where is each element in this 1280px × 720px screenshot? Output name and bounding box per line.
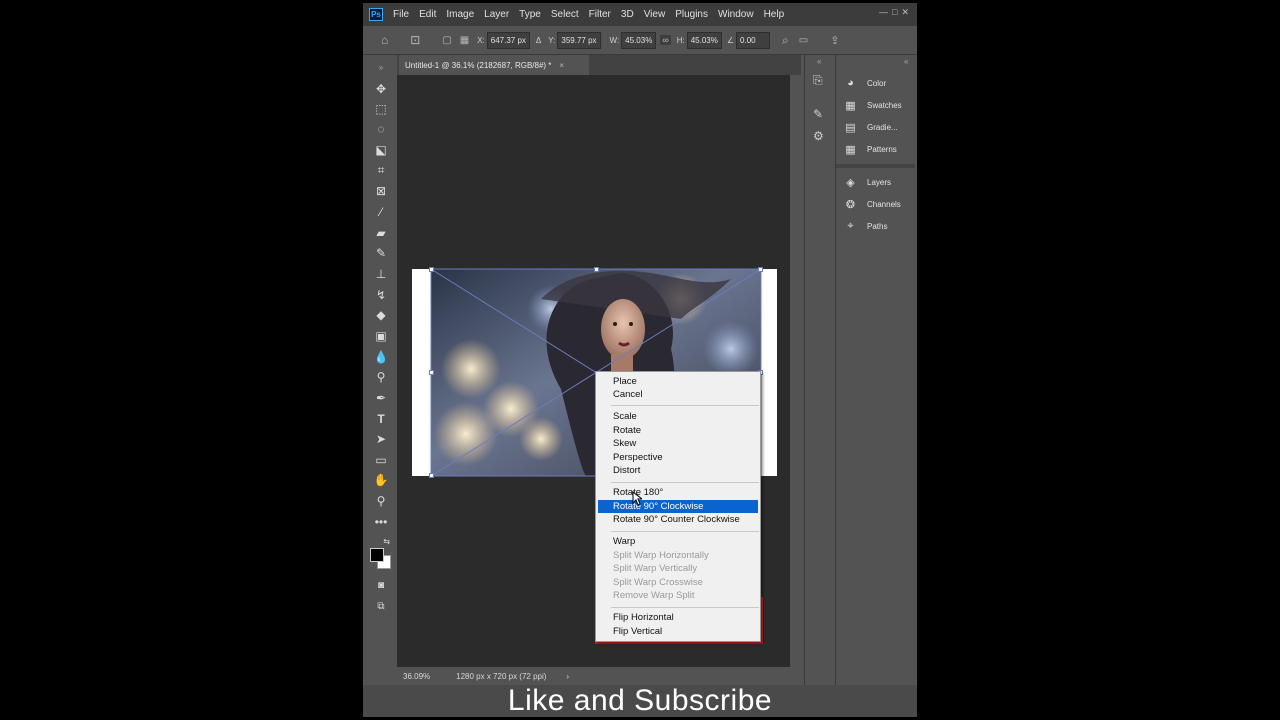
menu-separator	[611, 405, 759, 406]
menu-item-skew[interactable]: Skew	[598, 437, 758, 450]
menu-item-cancel[interactable]: Cancel	[598, 388, 758, 401]
menu-item-split-warp-vertically: Split Warp Vertically	[613, 563, 698, 574]
menu-item-scale[interactable]: Scale	[598, 410, 758, 423]
foreground-color-swatch[interactable]	[370, 548, 384, 562]
transform-handle-middle-left[interactable]	[429, 370, 434, 375]
menu-separator	[611, 482, 759, 483]
menu-item-rotate[interactable]: Rotate	[598, 424, 758, 437]
menu-item-rotate-90-ccw[interactable]: Rotate 90° Counter Clockwise	[598, 513, 758, 526]
menu-item-place[interactable]: Place	[598, 375, 758, 388]
menu-item-split-warp-crosswise: Split Warp Crosswise	[613, 577, 703, 588]
transform-handle-top-left[interactable]	[429, 267, 434, 272]
menu-item-rotate-90-cw[interactable]: Rotate 90° Clockwise	[598, 500, 758, 513]
menu-item-flip-horizontal[interactable]: Flip Horizontal	[598, 611, 758, 624]
transform-handle-bottom-left[interactable]	[429, 473, 434, 478]
menu-item-distort[interactable]: Distort	[598, 464, 758, 477]
transform-context-menu: Place Cancel Scale Rotate Skew Perspecti…	[595, 371, 761, 642]
transform-handle-top-center[interactable]	[594, 267, 599, 272]
menu-item-remove-warp-split: Remove Warp Split	[613, 590, 695, 601]
menu-item-flip-vertical[interactable]: Flip Vertical	[598, 625, 758, 638]
menu-item-perspective[interactable]: Perspective	[598, 451, 758, 464]
mouse-cursor-icon	[632, 491, 642, 506]
menu-item-rotate-180[interactable]: Rotate 180°	[598, 486, 758, 499]
menu-separator	[611, 607, 759, 608]
menu-separator	[611, 531, 759, 532]
menu-item-warp[interactable]: Warp	[598, 535, 758, 548]
transform-handle-top-right[interactable]	[758, 267, 763, 272]
menu-item-split-warp-horizontally: Split Warp Horizontally	[613, 550, 709, 561]
